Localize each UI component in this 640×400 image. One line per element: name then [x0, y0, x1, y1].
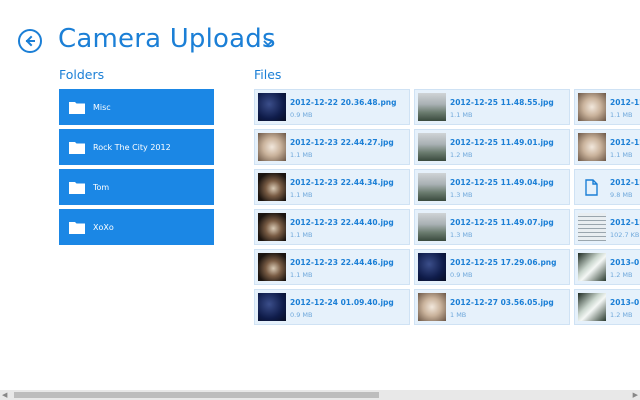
file-name: 2012-12-25 17.29.06.png — [450, 258, 557, 267]
folder-tile-xoxo[interactable]: XoXo — [59, 209, 214, 245]
back-button[interactable] — [18, 29, 42, 53]
chevron-down-icon[interactable] — [262, 38, 274, 48]
file-name: 2012-12-28 — [610, 138, 640, 147]
folder-label: Tom — [93, 182, 110, 192]
photo-thumbnail — [258, 133, 286, 161]
file-size: 1.1 MB — [290, 231, 313, 239]
file-size: 1.1 MB — [290, 271, 313, 279]
photo-thumbnail — [258, 173, 286, 201]
photo-thumbnail — [418, 133, 446, 161]
photo-thumbnail — [258, 213, 286, 241]
document-icon — [585, 179, 598, 196]
file-name: 2012-12-25 11.49.04.jpg — [450, 178, 554, 187]
file-size: 1.1 MB — [290, 151, 313, 159]
back-arrow-icon — [25, 35, 35, 47]
photo-thumbnail — [418, 253, 446, 281]
photo-thumbnail — [258, 253, 286, 281]
page-title[interactable]: Camera Uploads — [58, 24, 276, 54]
folder-label: XoXo — [93, 222, 114, 232]
file-size: 1.3 MB — [450, 231, 473, 239]
file-size: 102.7 KB — [610, 231, 640, 239]
file-tile[interactable]: 2012-12-22 20.36.48.png 0.9 MB — [254, 89, 410, 125]
file-size: 1.2 MB — [610, 271, 633, 279]
file-tile[interactable]: 2012-12-25 11.49.07.jpg 1.3 MB — [414, 209, 570, 245]
file-name: 2012-12-28 — [610, 178, 640, 187]
file-size: 0.9 MB — [450, 271, 473, 279]
file-size: 0.9 MB — [290, 311, 313, 319]
file-name: 2012-12-27 — [610, 98, 640, 107]
file-name: 2012-12-25 11.49.01.jpg — [450, 138, 554, 147]
photo-thumbnail — [578, 293, 606, 321]
scrollbar-thumb[interactable] — [14, 392, 379, 398]
file-size: 1 MB — [450, 311, 467, 319]
file-name: 2013-01-0 — [610, 258, 640, 267]
horizontal-scrollbar[interactable]: ◀ ▶ — [0, 390, 640, 400]
folder-icon — [69, 141, 85, 154]
file-tile[interactable]: 2012-12-27 03.56.05.jpg 1 MB — [414, 289, 570, 325]
file-tile[interactable]: 2012-12-23 22.44.46.jpg 1.1 MB — [254, 249, 410, 285]
files-section-label: Files — [254, 67, 282, 82]
file-name: 2012-12-22 20.36.48.png — [290, 98, 397, 107]
folder-icon — [69, 101, 85, 114]
file-name: 2012-12-25 11.49.07.jpg — [450, 218, 554, 227]
file-name: 2012-12-24 01.09.40.jpg — [290, 298, 394, 307]
file-size: 9.8 MB — [610, 191, 633, 199]
file-tile[interactable]: 2012-12-23 22.44.34.jpg 1.1 MB — [254, 169, 410, 205]
folder-tile-misc[interactable]: Misc — [59, 89, 214, 125]
folder-tile-tom[interactable]: Tom — [59, 169, 214, 205]
file-size: 1.1 MB — [610, 151, 633, 159]
file-tile[interactable]: 2012-12-25 11.49.04.jpg 1.3 MB — [414, 169, 570, 205]
file-name: 2012-12-29 — [610, 218, 640, 227]
file-tile[interactable]: 2012-12-25 11.49.01.jpg 1.2 MB — [414, 129, 570, 165]
file-name: 2012-12-23 22.44.27.jpg — [290, 138, 394, 147]
file-name: 2012-12-25 11.48.55.jpg — [450, 98, 554, 107]
file-tile[interactable]: 2013-01-0 1.2 MB — [574, 249, 640, 285]
photo-thumbnail — [578, 253, 606, 281]
scroll-left-icon[interactable]: ◀ — [2, 391, 7, 399]
file-tile[interactable]: 2012-12-27 1.1 MB — [574, 89, 640, 125]
file-size: 1.2 MB — [610, 311, 633, 319]
photo-thumbnail — [578, 213, 606, 241]
file-size: 1.2 MB — [450, 151, 473, 159]
photo-thumbnail — [258, 293, 286, 321]
file-tile[interactable]: 2013-01-0 1.2 MB — [574, 289, 640, 325]
photo-thumbnail — [418, 173, 446, 201]
folder-label: Rock The City 2012 — [93, 142, 171, 152]
file-size: 1.1 MB — [450, 111, 473, 119]
file-name: 2012-12-23 22.44.46.jpg — [290, 258, 394, 267]
photo-thumbnail — [418, 93, 446, 121]
file-name: 2012-12-27 03.56.05.jpg — [450, 298, 554, 307]
photo-thumbnail — [418, 293, 446, 321]
folder-icon — [69, 181, 85, 194]
file-size: 1.3 MB — [450, 191, 473, 199]
file-size: 1.1 MB — [290, 191, 313, 199]
photo-thumbnail — [578, 133, 606, 161]
file-tile[interactable]: 2012-12-24 01.09.40.jpg 0.9 MB — [254, 289, 410, 325]
folder-tile-rock-the-city-2012[interactable]: Rock The City 2012 — [59, 129, 214, 165]
file-tile[interactable]: 2012-12-25 11.48.55.jpg 1.1 MB — [414, 89, 570, 125]
photo-thumbnail — [258, 93, 286, 121]
scroll-right-icon[interactable]: ▶ — [633, 391, 638, 399]
file-tile[interactable]: 2012-12-23 22.44.27.jpg 1.1 MB — [254, 129, 410, 165]
file-size: 1.1 MB — [610, 111, 633, 119]
photo-thumbnail — [418, 213, 446, 241]
file-tile[interactable]: 2012-12-28 1.1 MB — [574, 129, 640, 165]
file-tile[interactable]: 2012-12-25 17.29.06.png 0.9 MB — [414, 249, 570, 285]
file-name: 2012-12-23 22.44.34.jpg — [290, 178, 394, 187]
file-tile[interactable]: 2012-12-28 9.8 MB — [574, 169, 640, 205]
folder-label: Misc — [93, 102, 111, 112]
folders-section-label: Folders — [59, 67, 105, 82]
file-size: 0.9 MB — [290, 111, 313, 119]
photo-thumbnail — [578, 93, 606, 121]
file-name: 2012-12-23 22.44.40.jpg — [290, 218, 394, 227]
file-tile[interactable]: 2012-12-23 22.44.40.jpg 1.1 MB — [254, 209, 410, 245]
file-name: 2013-01-0 — [610, 298, 640, 307]
folder-icon — [69, 221, 85, 234]
file-tile[interactable]: 2012-12-29 102.7 KB — [574, 209, 640, 245]
